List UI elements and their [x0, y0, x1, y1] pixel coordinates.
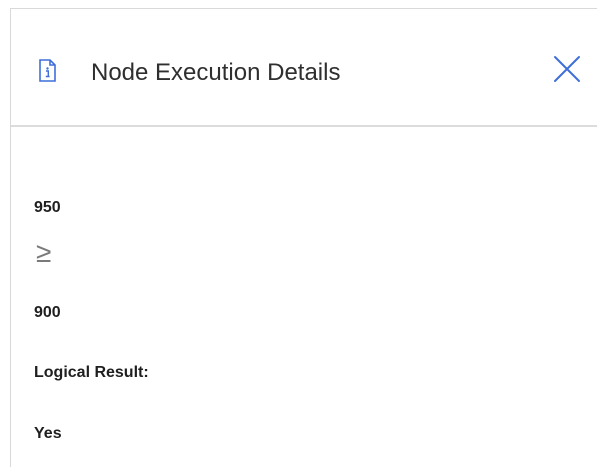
logical-result-value: Yes — [34, 425, 62, 442]
close-icon — [554, 56, 580, 82]
close-button[interactable] — [551, 53, 583, 85]
left-operand-value: 950 — [34, 199, 61, 216]
node-execution-details-panel: Node Execution Details 950 ≥ 900 Logical… — [10, 8, 597, 467]
document-info-icon — [39, 59, 56, 82]
right-operand-value: 900 — [34, 304, 61, 321]
logical-result-label: Logical Result: — [34, 364, 149, 381]
comparison-operator: ≥ — [36, 237, 52, 268]
panel-title: Node Execution Details — [91, 59, 341, 86]
panel-header: Node Execution Details — [11, 9, 597, 127]
